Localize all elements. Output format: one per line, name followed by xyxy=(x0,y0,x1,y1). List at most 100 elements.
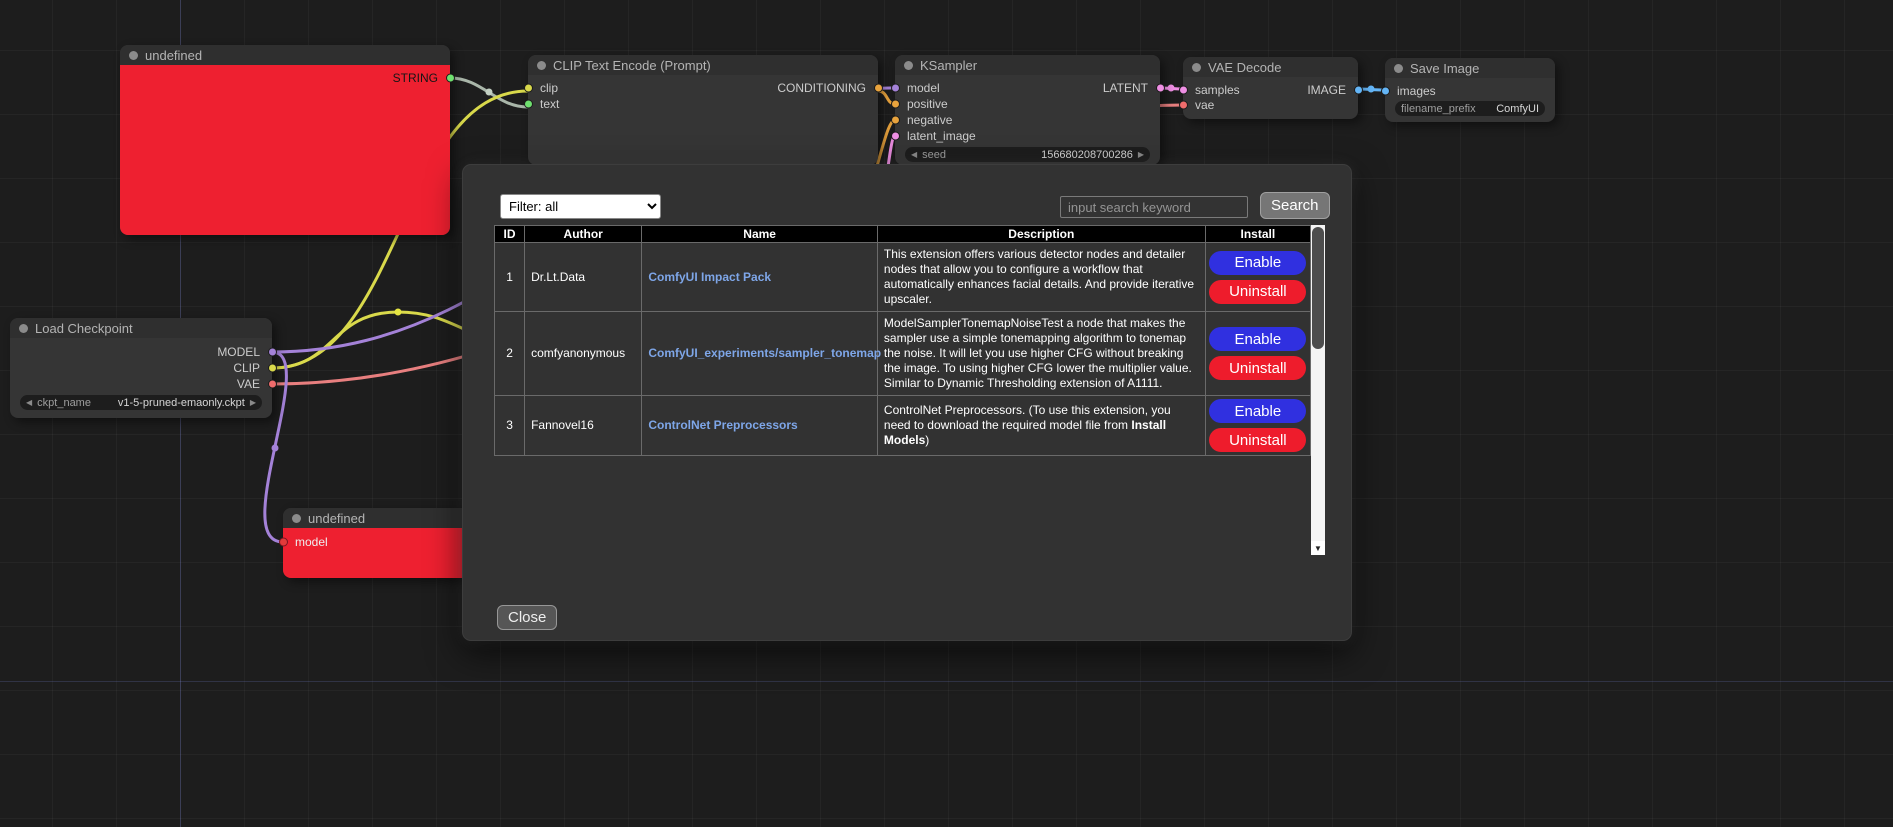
output-dot-latent[interactable] xyxy=(1156,84,1165,93)
wire-dot-clip xyxy=(395,309,402,316)
table-header-row: ID Author Name Description Install xyxy=(495,226,1311,243)
input-slot-vae[interactable]: vae xyxy=(1183,97,1358,112)
node-title-bar[interactable]: Save Image xyxy=(1385,58,1555,78)
input-slot-images[interactable]: images xyxy=(1385,83,1555,98)
filename-prefix-widget[interactable]: filename_prefix ComfyUI xyxy=(1395,101,1545,116)
id-cell: 3 xyxy=(495,396,525,456)
output-slot-conditioning[interactable]: CONDITIONING xyxy=(777,81,866,95)
enable-button[interactable]: Enable xyxy=(1209,327,1306,351)
scroll-down-icon: ▼ xyxy=(1314,544,1322,553)
input-dot-negative[interactable] xyxy=(891,116,900,125)
slot-label: samples xyxy=(1195,83,1240,97)
ckpt-name-widget[interactable]: ◀ ckpt_name v1-5-pruned-emaonly.ckpt ▶ xyxy=(20,395,262,410)
collapse-dot-icon[interactable] xyxy=(537,61,546,70)
input-dot-latent-image[interactable] xyxy=(891,132,900,141)
output-dot-clip[interactable] xyxy=(268,364,277,373)
widget-value: ComfyUI xyxy=(1496,103,1539,115)
input-dot-text[interactable] xyxy=(524,100,533,109)
scrollbar[interactable]: ▼ xyxy=(1311,225,1325,555)
input-slot-model[interactable]: model xyxy=(907,81,940,95)
filter-select[interactable]: Filter: all xyxy=(500,194,661,219)
input-dot-model[interactable] xyxy=(891,84,900,93)
input-dot-images[interactable] xyxy=(1381,86,1390,95)
node-title-bar[interactable]: KSampler xyxy=(895,55,1160,75)
output-dot-string[interactable] xyxy=(446,74,455,83)
slot-label: CONDITIONING xyxy=(777,81,866,95)
collapse-dot-icon[interactable] xyxy=(904,61,913,70)
output-dot-vae[interactable] xyxy=(268,380,277,389)
input-slot-positive[interactable]: positive xyxy=(895,96,1160,112)
input-dot-model[interactable] xyxy=(279,538,288,547)
node-title-bar[interactable]: VAE Decode xyxy=(1183,57,1358,77)
install-cell: Enable Uninstall xyxy=(1205,396,1310,456)
node-canvas[interactable]: undefined STRING CLIP Text Encode (Promp… xyxy=(0,0,1893,827)
table-row: 1 Dr.Lt.Data ComfyUI Impact Pack This ex… xyxy=(495,243,1311,312)
wire-dot-string xyxy=(486,89,493,96)
node-title-bar[interactable]: CLIP Text Encode (Prompt) xyxy=(528,55,878,75)
search-button[interactable]: Search xyxy=(1260,192,1330,219)
scrollbar-down-button[interactable]: ▼ xyxy=(1311,541,1325,555)
header-author: Author xyxy=(525,226,642,243)
node-title: undefined xyxy=(145,48,202,63)
next-arrow-icon[interactable]: ▶ xyxy=(250,399,256,407)
slot-label: LATENT xyxy=(1103,81,1148,95)
output-slot-clip[interactable]: CLIP xyxy=(10,360,272,376)
enable-button[interactable]: Enable xyxy=(1209,399,1306,423)
output-slot-string[interactable]: STRING xyxy=(120,70,450,86)
header-name: Name xyxy=(642,226,878,243)
input-slot-samples[interactable]: samples xyxy=(1195,83,1240,97)
output-dot-model[interactable] xyxy=(268,348,277,357)
previous-arrow-icon[interactable]: ◀ xyxy=(26,399,32,407)
collapse-dot-icon[interactable] xyxy=(129,51,138,60)
input-dot-vae[interactable] xyxy=(1179,100,1188,109)
description-cell: This extension offers various detector n… xyxy=(877,243,1205,312)
collapse-dot-icon[interactable] xyxy=(1192,63,1201,72)
node-vae-decode[interactable]: VAE Decode samples IMAGE vae xyxy=(1183,57,1358,119)
node-undefined-top[interactable]: undefined STRING xyxy=(120,45,450,235)
collapse-dot-icon[interactable] xyxy=(292,514,301,523)
enable-button[interactable]: Enable xyxy=(1209,251,1306,275)
wire-dot-latent xyxy=(1168,85,1175,92)
node-ksampler[interactable]: KSampler model LATENT positive negative xyxy=(895,55,1160,165)
output-slot-model[interactable]: MODEL xyxy=(10,344,272,360)
close-button[interactable]: Close xyxy=(497,605,557,630)
input-dot-samples[interactable] xyxy=(1179,85,1188,94)
extension-name-link[interactable]: ControlNet Preprocessors xyxy=(648,418,797,432)
uninstall-button[interactable]: Uninstall xyxy=(1209,356,1306,380)
output-slot-image[interactable]: IMAGE xyxy=(1307,83,1346,97)
search-input[interactable] xyxy=(1060,196,1248,218)
input-dot-clip[interactable] xyxy=(524,84,533,93)
collapse-dot-icon[interactable] xyxy=(1394,64,1403,73)
output-slot-vae[interactable]: VAE xyxy=(10,376,272,392)
scrollbar-thumb[interactable] xyxy=(1312,227,1324,349)
slot-label: model xyxy=(295,535,328,549)
collapse-dot-icon[interactable] xyxy=(19,324,28,333)
node-title: VAE Decode xyxy=(1208,60,1281,75)
slot-label: latent_image xyxy=(907,129,976,143)
node-clip-text-encode[interactable]: CLIP Text Encode (Prompt) clip CONDITION… xyxy=(528,55,878,165)
uninstall-button[interactable]: Uninstall xyxy=(1209,280,1306,304)
input-slot-latent-image[interactable]: latent_image xyxy=(895,128,1160,144)
install-cell: Enable Uninstall xyxy=(1205,243,1310,312)
wire-string-to-text xyxy=(450,78,528,107)
node-save-image[interactable]: Save Image images filename_prefix ComfyU… xyxy=(1385,58,1555,122)
output-dot-image[interactable] xyxy=(1354,85,1363,94)
description-cell: ControlNet Preprocessors. (To use this e… xyxy=(877,396,1205,456)
widget-value: v1-5-pruned-emaonly.ckpt xyxy=(118,397,245,409)
output-slot-latent[interactable]: LATENT xyxy=(1103,81,1148,95)
extension-name-link[interactable]: ComfyUI Impact Pack xyxy=(648,270,771,284)
output-dot-conditioning[interactable] xyxy=(874,84,883,93)
decrement-arrow-icon[interactable]: ◀ xyxy=(911,151,917,159)
input-dot-positive[interactable] xyxy=(891,100,900,109)
increment-arrow-icon[interactable]: ▶ xyxy=(1138,151,1144,159)
node-load-checkpoint[interactable]: Load Checkpoint MODEL CLIP VAE ◀ ckpt_na… xyxy=(10,318,272,418)
author-cell: Dr.Lt.Data xyxy=(525,243,642,312)
node-title-bar[interactable]: undefined xyxy=(120,45,450,65)
uninstall-button[interactable]: Uninstall xyxy=(1209,428,1306,452)
seed-widget[interactable]: ◀ seed 156680208700286 ▶ xyxy=(905,147,1150,162)
input-slot-clip[interactable]: clip xyxy=(540,81,558,95)
extension-name-link[interactable]: ComfyUI_experiments/sampler_tonemap xyxy=(648,346,881,360)
input-slot-text[interactable]: text xyxy=(528,96,878,112)
node-title-bar[interactable]: Load Checkpoint xyxy=(10,318,272,338)
input-slot-negative[interactable]: negative xyxy=(895,112,1160,128)
